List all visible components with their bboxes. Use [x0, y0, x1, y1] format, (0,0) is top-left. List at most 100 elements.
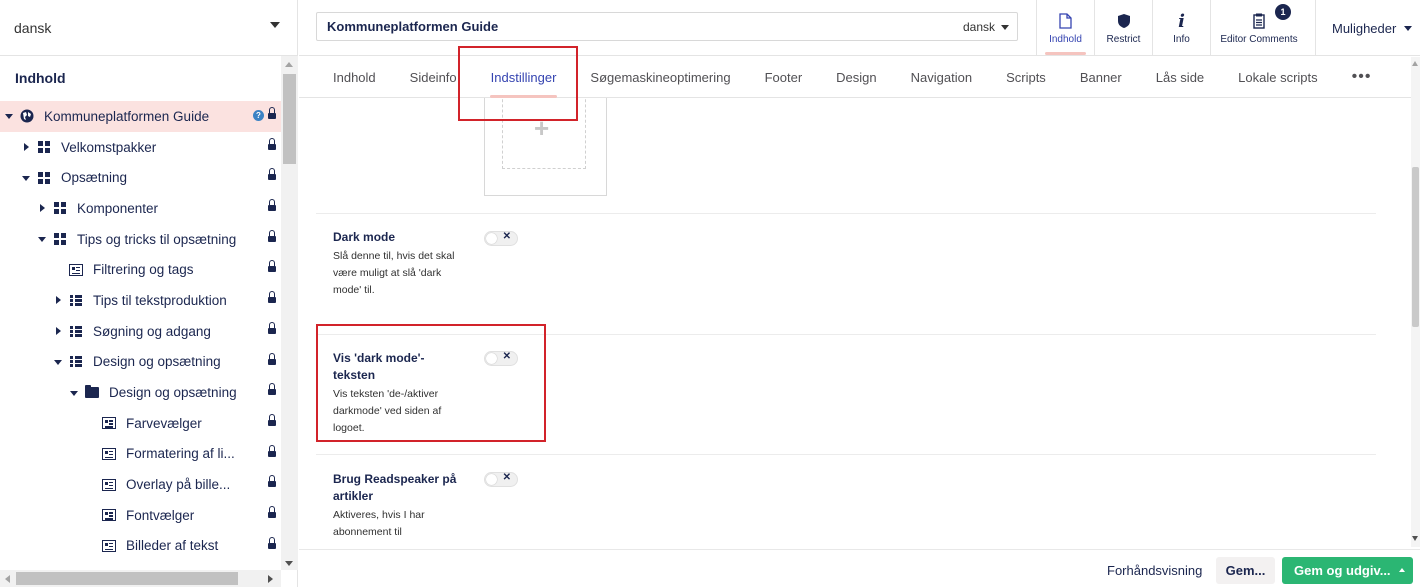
- tree-item[interactable]: Filtrering og tags: [0, 254, 281, 285]
- chevron-up-icon[interactable]: [1399, 568, 1405, 572]
- info-icon: ?: [253, 110, 264, 121]
- tree-item[interactable]: Formatering af li...: [0, 439, 281, 470]
- tree-item-label: Billeder af tekst: [126, 538, 219, 554]
- lock-icon: [268, 137, 276, 152]
- toggle-knob: [486, 474, 497, 485]
- app-restrict[interactable]: Restrict: [1094, 0, 1152, 56]
- property-show-dark-mode-text: Vis 'dark mode'-teksten Vis teksten 'de-…: [333, 350, 463, 437]
- tree-item[interactable]: Farvevælger: [0, 408, 281, 439]
- tree-item[interactable]: Søgning og adgang: [0, 316, 281, 347]
- caret-closed-icon[interactable]: [37, 203, 47, 213]
- umbraco-editor: dansk Indhold Kommuneplatformen Guide ? …: [0, 0, 1420, 587]
- tree-item[interactable]: Design og opsætning: [0, 377, 281, 408]
- sidebar-horizontal-scrollbar[interactable]: [0, 570, 281, 587]
- close-icon: ✕: [502, 231, 511, 242]
- tab-indstillinger[interactable]: Indstillinger: [474, 57, 574, 98]
- editor-footer: Forhåndsvisning Gem... Gem og udgiv...: [299, 549, 1420, 587]
- property-description: Vis teksten 'de-/aktiver darkmode' ved s…: [333, 388, 442, 434]
- scroll-thumb[interactable]: [283, 74, 296, 164]
- dark-mode-toggle[interactable]: ✕: [484, 231, 518, 246]
- sidebar-vertical-scrollbar[interactable]: [281, 56, 298, 570]
- property-description: Aktiveres, hvis I har abonnement til: [333, 509, 425, 538]
- list-icon: [69, 293, 83, 307]
- caret-closed-icon[interactable]: [53, 295, 63, 305]
- language-select[interactable]: dansk: [0, 0, 298, 56]
- tab-lokale-scripts[interactable]: Lokale scripts: [1221, 57, 1334, 98]
- lock-icon: [268, 107, 276, 121]
- notepad-icon: [1253, 12, 1265, 30]
- tab-navigation[interactable]: Navigation: [894, 57, 989, 98]
- caret-open-icon[interactable]: [53, 357, 63, 367]
- tree-item[interactable]: Komponenter: [0, 193, 281, 224]
- divider: [316, 454, 1376, 455]
- save-button[interactable]: Gem...: [1216, 557, 1275, 584]
- tree-item-root[interactable]: Kommuneplatformen Guide ?: [0, 101, 281, 132]
- image-upload-area[interactable]: +: [484, 98, 607, 196]
- tab-sideinfo[interactable]: Sideinfo: [393, 57, 474, 98]
- caret-closed-icon[interactable]: [53, 326, 63, 336]
- caret-open-icon[interactable]: [69, 388, 79, 398]
- content-scrollbar[interactable]: [1411, 57, 1420, 547]
- preview-button[interactable]: Forhåndsvisning: [1097, 557, 1212, 583]
- tree-item[interactable]: Fontvælger: [0, 500, 281, 531]
- save-and-publish-button[interactable]: Gem og udgiv...: [1282, 557, 1413, 584]
- scroll-thumb[interactable]: [1412, 167, 1419, 327]
- scroll-down-icon[interactable]: [285, 561, 293, 566]
- caret-open-icon[interactable]: [37, 234, 47, 244]
- app-info[interactable]: i Info: [1152, 0, 1210, 56]
- app-editor-comments[interactable]: 1 Editor Comments: [1210, 0, 1307, 56]
- grid-icon: [53, 201, 67, 215]
- tree-item[interactable]: Opsætning: [0, 162, 281, 193]
- comments-count-badge: 1: [1275, 4, 1291, 20]
- settings-panel: + Dark mode Slå denne til, hvis det skal…: [299, 98, 1411, 549]
- tree-item[interactable]: Tips og tricks til opsætning: [0, 224, 281, 255]
- document-list-icon: [69, 263, 83, 277]
- tree-item[interactable]: Overlay på bille...: [0, 469, 281, 500]
- lock-icon: [268, 321, 276, 336]
- options-menu-button[interactable]: Muligheder: [1315, 0, 1420, 56]
- scroll-down-icon[interactable]: [1412, 536, 1418, 541]
- more-tabs-button[interactable]: •••: [1335, 57, 1389, 98]
- divider: [316, 213, 1376, 214]
- tree-item-label: Kommuneplatformen Guide: [44, 108, 210, 124]
- chevron-down-icon: [1404, 25, 1413, 31]
- readspeaker-toggle[interactable]: ✕: [484, 472, 518, 487]
- page-name-input[interactable]: Kommuneplatformen Guide dansk: [316, 12, 1018, 41]
- toggle-knob: [486, 233, 497, 244]
- lock-icon: [268, 505, 276, 520]
- grid-icon: [53, 232, 67, 246]
- app-indhold[interactable]: Indhold: [1036, 0, 1094, 56]
- lock-icon: [268, 168, 276, 182]
- scroll-right-icon[interactable]: [268, 575, 273, 583]
- close-icon: ✕: [502, 472, 511, 483]
- grid-icon: [37, 140, 51, 154]
- scroll-left-icon[interactable]: [5, 575, 10, 583]
- scroll-up-icon[interactable]: [1412, 61, 1418, 66]
- tree-item[interactable]: Tips til tekstproduktion: [0, 285, 281, 316]
- options-label: Muligheder: [1332, 20, 1397, 36]
- folder-icon: [85, 385, 99, 400]
- app-label: Info: [1173, 34, 1190, 45]
- show-dark-mode-text-toggle[interactable]: ✕: [484, 351, 518, 366]
- tab-banner[interactable]: Banner: [1063, 57, 1139, 98]
- language-select-value: dansk: [14, 19, 52, 36]
- tab-laas-side[interactable]: Lås side: [1139, 57, 1221, 98]
- caret-open-icon[interactable]: [4, 111, 14, 121]
- tab-scripts[interactable]: Scripts: [989, 57, 1063, 98]
- tree-item[interactable]: Design og opsætning: [0, 347, 281, 378]
- tab-footer[interactable]: Footer: [748, 57, 820, 98]
- tree-item[interactable]: Billeder af tekst: [0, 531, 281, 562]
- tree-item-label: Formatering af li...: [126, 446, 235, 462]
- tab-seo[interactable]: Søgemaskineoptimering: [573, 57, 747, 98]
- caret-closed-icon[interactable]: [21, 142, 31, 152]
- page-language-select[interactable]: dansk: [963, 20, 1009, 34]
- tree-item[interactable]: Velkomstpakker: [0, 132, 281, 163]
- lock-icon: [268, 291, 276, 305]
- scroll-up-icon[interactable]: [285, 62, 293, 67]
- scroll-thumb[interactable]: [16, 572, 238, 585]
- list-icon: [69, 355, 83, 369]
- tab-design[interactable]: Design: [819, 57, 893, 98]
- caret-open-icon[interactable]: [21, 173, 31, 183]
- lock-icon: [268, 199, 276, 213]
- tab-indhold[interactable]: Indhold: [299, 57, 393, 98]
